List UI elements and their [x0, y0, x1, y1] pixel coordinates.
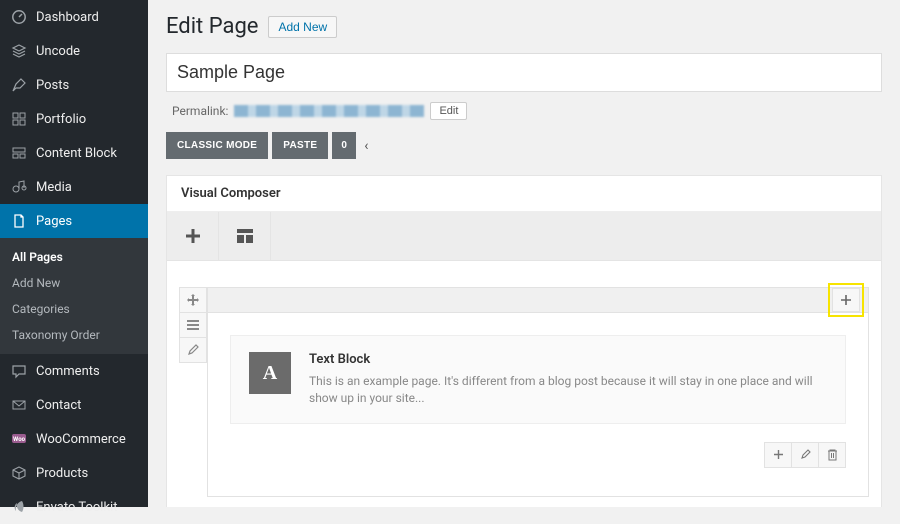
- add-element-button[interactable]: [167, 212, 219, 260]
- sidebar-item-label: Uncode: [36, 44, 80, 59]
- page-title-input[interactable]: [166, 53, 882, 92]
- pin-icon: [10, 76, 28, 94]
- text-block-description: This is an example page. It's different …: [309, 373, 827, 407]
- row-header: [207, 287, 869, 313]
- visual-composer-panel: Visual Composer: [166, 175, 882, 507]
- sidebar-item-label: Contact: [36, 398, 81, 413]
- move-row-button[interactable]: [179, 287, 207, 313]
- column-tools: [230, 442, 846, 468]
- sidebar-item-label: Products: [36, 466, 88, 481]
- permalink-edit-button[interactable]: Edit: [430, 102, 467, 120]
- paste-button[interactable]: PASTE: [272, 132, 328, 159]
- row-tools: [179, 287, 207, 497]
- envato-icon: [10, 498, 28, 516]
- sidebar-item-label: Media: [36, 180, 72, 195]
- layers-icon: [10, 42, 28, 60]
- svg-text:Woo: Woo: [13, 436, 26, 443]
- text-block-element[interactable]: A Text Block This is an example page. It…: [230, 335, 846, 424]
- submenu-item-taxonomy-order[interactable]: Taxonomy Order: [0, 322, 148, 348]
- permalink-label: Permalink:: [172, 104, 228, 118]
- text-block-title: Text Block: [309, 352, 827, 367]
- visual-composer-title: Visual Composer: [167, 176, 881, 212]
- sidebar-item-uncode[interactable]: Uncode: [0, 34, 148, 68]
- sidebar-item-pages[interactable]: Pages: [0, 204, 148, 238]
- sidebar-item-label: Pages: [36, 214, 72, 229]
- sidebar-item-comments[interactable]: Comments: [0, 354, 148, 388]
- sidebar-item-label: Envato Toolkit: [36, 500, 117, 515]
- sidebar-item-content-block[interactable]: Content Block: [0, 136, 148, 170]
- permalink-value: [234, 105, 424, 117]
- paste-count-button[interactable]: 0: [332, 132, 356, 159]
- sidebar-item-products[interactable]: Products: [0, 456, 148, 490]
- sidebar-item-portfolio[interactable]: Portfolio: [0, 102, 148, 136]
- sidebar-item-label: Dashboard: [36, 10, 99, 25]
- submenu-item-categories[interactable]: Categories: [0, 296, 148, 322]
- mail-icon: [10, 396, 28, 414]
- woo-icon: Woo: [10, 430, 28, 448]
- sidebar-item-label: Content Block: [36, 146, 117, 161]
- classic-mode-button[interactable]: CLASSIC MODE: [166, 132, 268, 159]
- dashboard-icon: [10, 8, 28, 26]
- sidebar-item-label: Posts: [36, 78, 69, 93]
- column-add-button[interactable]: [764, 442, 792, 468]
- blocks-icon: [10, 144, 28, 162]
- sidebar-item-media[interactable]: Media: [0, 170, 148, 204]
- sidebar-item-woocommerce[interactable]: Woo WooCommerce: [0, 422, 148, 456]
- sidebar-item-dashboard[interactable]: Dashboard: [0, 0, 148, 34]
- page-heading: Edit Page: [166, 14, 258, 39]
- sidebar-submenu: All Pages Add New Categories Taxonomy Or…: [0, 238, 148, 354]
- admin-sidebar: Dashboard Uncode Posts Portfolio Content…: [0, 0, 148, 507]
- text-block-icon: A: [249, 352, 291, 394]
- sidebar-item-contact[interactable]: Contact: [0, 388, 148, 422]
- templates-button[interactable]: [219, 212, 271, 260]
- grid-icon: [10, 110, 28, 128]
- sidebar-item-label: Comments: [36, 364, 100, 379]
- sidebar-item-envato-toolkit[interactable]: Envato Toolkit: [0, 490, 148, 524]
- edit-row-button[interactable]: [179, 337, 207, 363]
- column-delete-button[interactable]: [818, 442, 846, 468]
- sidebar-item-posts[interactable]: Posts: [0, 68, 148, 102]
- vc-toolbar: [167, 212, 881, 261]
- row-layout-button[interactable]: [179, 312, 207, 338]
- submenu-item-add-new[interactable]: Add New: [0, 270, 148, 296]
- box-icon: [10, 464, 28, 482]
- add-new-button[interactable]: Add New: [268, 16, 337, 38]
- submenu-item-all-pages[interactable]: All Pages: [0, 244, 148, 270]
- chevron-left-icon[interactable]: ‹: [360, 138, 372, 154]
- comment-icon: [10, 362, 28, 380]
- media-icon: [10, 178, 28, 196]
- sidebar-item-label: WooCommerce: [36, 432, 126, 447]
- main-content: Edit Page Add New Permalink: Edit CLASSI…: [148, 0, 900, 507]
- add-column-button[interactable]: [832, 288, 860, 312]
- page-icon: [10, 212, 28, 230]
- column-edit-button[interactable]: [791, 442, 819, 468]
- sidebar-item-label: Portfolio: [36, 112, 86, 127]
